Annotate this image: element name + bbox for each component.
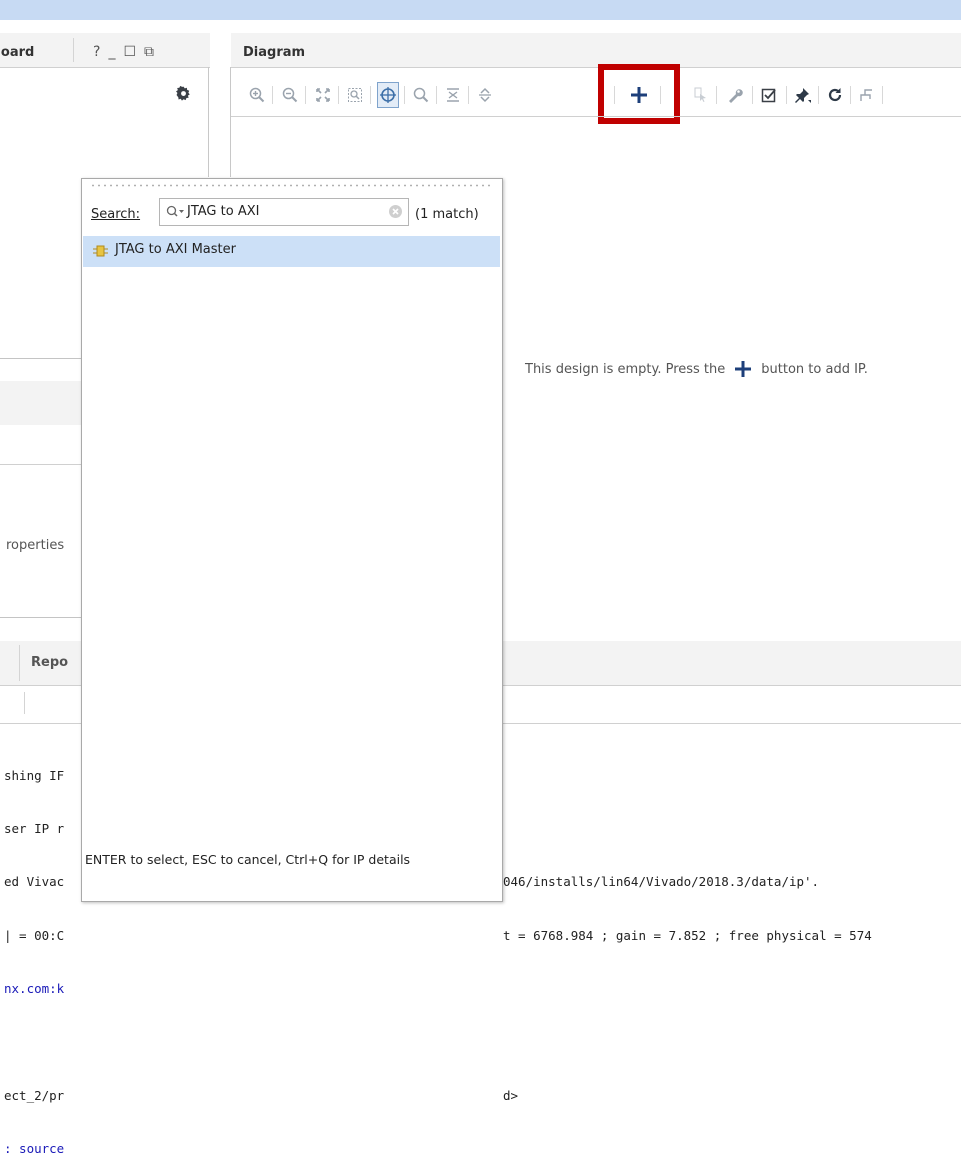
search-icon[interactable] [166,205,184,223]
console-link[interactable]: : source [4,1140,64,1158]
toolbar-separator [338,86,339,104]
console-right-column: 046/installs/lin64/Vivado/2018.3/data/ip… [503,731,961,1123]
toolbar-separator [436,86,437,104]
window-title-strip [0,0,961,20]
board-header-divider [73,38,74,62]
optimize-icon[interactable] [856,82,878,108]
expand-icon[interactable] [474,82,496,108]
left-split-line-3 [0,617,82,618]
toolbar-separator [305,86,306,104]
popup-drag-handle[interactable] [90,184,492,187]
board-panel-title[interactable]: Board [0,45,34,60]
console-link[interactable]: nx.com:k [4,980,64,998]
toolbar-separator [716,86,717,104]
console-line: shing IF [4,767,65,783]
toolbar-separator [818,86,819,104]
left-split-line-2 [0,464,82,465]
console-line: 046/installs/lin64/Vivado/2018.3/data/ip… [503,874,820,890]
toolbar-separator [614,86,615,104]
empty-design-message: This design is empty. Press the button t… [525,360,868,378]
empty-message-text: This design is empty. Press the [525,361,726,377]
select-icon[interactable] [377,82,399,108]
help-icon[interactable]: ? [93,44,108,60]
search-icon[interactable] [410,82,432,108]
zoom-in-icon[interactable] [246,82,268,108]
refresh-icon[interactable] [824,82,846,108]
empty-message-text: button to add IP. [761,361,868,377]
zoom-out-icon[interactable] [279,82,301,108]
fit-icon[interactable] [312,82,334,108]
console-line: ect_2/pr [4,1087,65,1103]
wrench-icon[interactable] [724,82,746,108]
left-subpanel-header [0,381,82,425]
board-panel-controls: ?_☐⧉ [93,44,162,60]
gear-icon[interactable] [176,85,191,105]
search-input[interactable]: JTAG to AXI [159,198,409,226]
console-line: d> [503,1087,519,1103]
diagram-header-border [231,67,961,68]
console-toolbar-divider [24,692,25,714]
board-header-bottom-border [0,67,210,68]
minimize-icon[interactable]: _ [108,44,123,60]
match-count: (1 match) [415,207,479,222]
ip-result-row[interactable]: JTAG to AXI Master [83,236,500,267]
toolbar-separator [752,86,753,104]
left-split-line-1 [0,358,82,359]
search-label: Search: [91,207,141,222]
clear-search-icon[interactable] [388,204,403,223]
console-line: ser IP r [4,820,65,836]
console-line: ed Vivac [4,874,65,890]
ip-catalog-popup: Search: JTAG to AXI (1 match) JTAG to AX… [81,178,503,902]
toolbar-separator [468,86,469,104]
toolbar-separator [404,86,405,104]
left-panel-right-border [208,67,209,177]
toolbar-separator [660,86,661,104]
add-ip-inline-icon[interactable] [733,360,753,378]
search-value: JTAG to AXI [187,204,260,219]
pin-icon[interactable] [792,82,814,108]
tab-reports[interactable]: Repo [31,655,68,670]
toolbar-separator [850,86,851,104]
maximize-icon[interactable]: ☐ [123,44,144,60]
add-ip-icon[interactable] [628,82,650,108]
ip-result-label: JTAG to AXI Master [115,242,236,257]
collapse-icon[interactable] [442,82,464,108]
diagram-panel-title[interactable]: Diagram [243,45,305,60]
toolbar-separator [370,86,371,104]
zoom-area-icon[interactable] [344,82,366,108]
console-line: | = 00:C [4,927,65,943]
toolbar-separator [786,86,787,104]
ip-block-icon [93,244,109,262]
console-left-column: shing IF ser IP r ed Vivac | = 00:C nx.c… [4,731,64,1176]
diagram-left-border [230,67,231,177]
diagram-toolbar-border [231,116,961,117]
toolbar-separator [882,86,883,104]
console-line: t = 6768.984 ; gain = 7.852 ; free physi… [503,927,872,943]
properties-label: roperties [6,538,65,553]
diagram-panel-header [231,33,961,67]
bottom-tab-divider [19,645,20,681]
pointer-icon[interactable] [690,82,712,108]
float-icon[interactable]: ⧉ [144,44,162,60]
validate-icon[interactable] [758,82,780,108]
toolbar-separator [272,86,273,104]
popup-footer: ENTER to select, ESC to cancel, Ctrl+Q f… [85,852,411,867]
